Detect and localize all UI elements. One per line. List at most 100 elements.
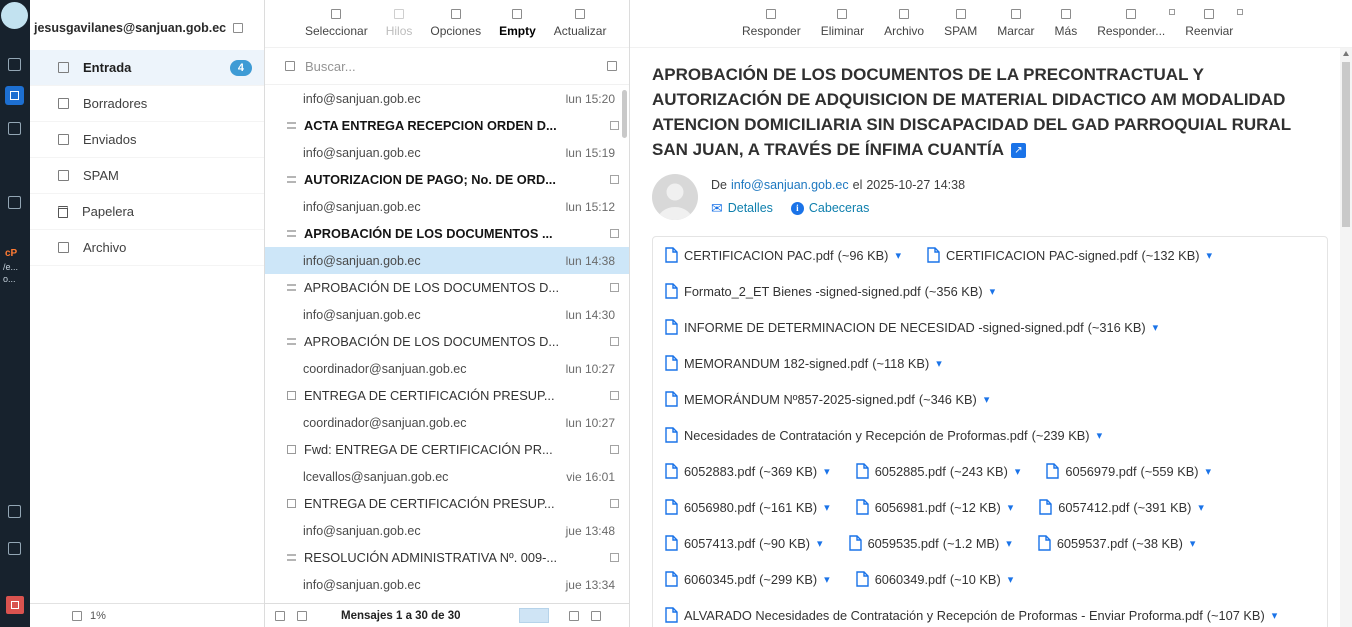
- message-row-subject[interactable]: ENTREGA DE CERTIFICACIÓN PRESUP...: [265, 382, 629, 409]
- message-row-sender[interactable]: info@sanjuan.gob.ec lun 14:38: [265, 247, 629, 274]
- attachment-menu-caret[interactable]: ▾: [1097, 429, 1103, 442]
- attachment-menu-caret[interactable]: ▾: [1190, 537, 1196, 550]
- attachment[interactable]: 6056979.pdf (~559 KB) ▾: [1046, 463, 1211, 479]
- message-row-sender[interactable]: coordinador@sanjuan.gob.ec lun 10:27: [265, 355, 629, 382]
- attachment-menu-caret[interactable]: ▾: [1153, 321, 1159, 334]
- toolbar-button[interactable]: Opciones: [430, 9, 481, 38]
- folder-item[interactable]: Entrada 4: [30, 50, 264, 86]
- message-row-subject[interactable]: APROBACIÓN DE LOS DOCUMENTOS D...: [265, 274, 629, 301]
- reader-scrollbar[interactable]: [1340, 48, 1352, 627]
- message-checkbox[interactable]: [610, 175, 619, 184]
- toolbar-button[interactable]: Actualizar: [554, 9, 607, 38]
- message-row-sender[interactable]: info@sanjuan.gob.ec lun 15:19: [265, 139, 629, 166]
- toolbar-button[interactable]: Reenviar: [1185, 9, 1233, 38]
- message-row-subject[interactable]: ACTA ENTREGA RECEPCION ORDEN D...: [265, 112, 629, 139]
- folder-item[interactable]: Papelera: [30, 194, 264, 230]
- attachment-menu-caret[interactable]: ▾: [1206, 465, 1212, 478]
- attachment[interactable]: INFORME DE DETERMINACION DE NECESIDAD -s…: [665, 319, 1158, 335]
- message-row-sender[interactable]: info@sanjuan.gob.ec lun 15:12: [265, 193, 629, 220]
- attachment[interactable]: 6056981.pdf (~12 KB) ▾: [856, 499, 1014, 515]
- account-header[interactable]: jesusgavilanes@sanjuan.gob.ec: [30, 0, 264, 50]
- footer-select-checkbox[interactable]: [275, 611, 285, 621]
- rail-item-active-icon[interactable]: [5, 86, 24, 105]
- message-row-sender[interactable]: info@sanjuan.gob.ec jue 13:48: [265, 517, 629, 544]
- account-settings-icon[interactable]: [233, 23, 243, 33]
- message-row-subject[interactable]: RESOLUCIÓN ADMINISTRATIVA Nº. 009-...: [265, 544, 629, 571]
- folder-item[interactable]: Borradores: [30, 86, 264, 122]
- attachment[interactable]: CERTIFICACION PAC.pdf (~96 KB) ▾: [665, 247, 901, 263]
- attachment-menu-caret[interactable]: ▾: [1008, 501, 1014, 514]
- attachment[interactable]: 6052885.pdf (~243 KB) ▾: [856, 463, 1021, 479]
- message-row-sender[interactable]: info@sanjuan.gob.ec lun 14:30: [265, 301, 629, 328]
- rail-item-icon[interactable]: [8, 505, 21, 518]
- attachment-menu-caret[interactable]: ▾: [984, 393, 990, 406]
- attachment-menu-caret[interactable]: ▾: [936, 357, 942, 370]
- toolbar-button[interactable]: Empty: [499, 9, 536, 38]
- toolbar-button[interactable]: Seleccionar: [305, 9, 368, 38]
- footer-prev-icon[interactable]: [569, 611, 579, 621]
- toolbar-button[interactable]: Responder...: [1097, 9, 1165, 38]
- message-checkbox[interactable]: [610, 283, 619, 292]
- attachment-menu-caret[interactable]: ▾: [1207, 249, 1213, 262]
- attachment[interactable]: Formato_2_ET Bienes -signed-signed.pdf (…: [665, 283, 995, 299]
- message-checkbox[interactable]: [610, 391, 619, 400]
- attachment[interactable]: 6057412.pdf (~391 KB) ▾: [1039, 499, 1204, 515]
- message-row-sender[interactable]: coordinador@sanjuan.gob.ec lun 10:27: [265, 409, 629, 436]
- message-row-subject[interactable]: APROBACIÓN DE LOS DOCUMENTOS D...: [265, 328, 629, 355]
- headers-link[interactable]: i Cabeceras: [791, 201, 869, 215]
- rail-logout-icon[interactable]: [6, 596, 24, 614]
- attachment-menu-caret[interactable]: ▾: [1008, 573, 1014, 586]
- toolbar-button[interactable]: Archivo: [884, 9, 924, 38]
- search-input[interactable]: [305, 59, 597, 74]
- folder-item[interactable]: Archivo: [30, 230, 264, 266]
- rail-item-icon[interactable]: [8, 542, 21, 555]
- attachment[interactable]: 6059535.pdf (~1.2 MB) ▾: [849, 535, 1012, 551]
- footer-next-icon[interactable]: [591, 611, 601, 621]
- attachment-menu-caret[interactable]: ▾: [824, 501, 830, 514]
- attachment[interactable]: ALVARADO Necesidades de Contratación y R…: [665, 607, 1277, 623]
- attachment[interactable]: 6057413.pdf (~90 KB) ▾: [665, 535, 823, 551]
- message-row-sender[interactable]: info@sanjuan.gob.ec jue 13:34: [265, 571, 629, 598]
- message-row-sender[interactable]: info@sanjuan.gob.ec lun 15:20: [265, 85, 629, 112]
- page-input[interactable]: [519, 608, 549, 623]
- attachment-menu-caret[interactable]: ▾: [1006, 537, 1012, 550]
- message-row-subject[interactable]: APROBACIÓN DE LOS DOCUMENTOS ...: [265, 220, 629, 247]
- attachment[interactable]: MEMORANDUM 182-signed.pdf (~118 KB) ▾: [665, 355, 942, 371]
- message-checkbox[interactable]: [610, 121, 619, 130]
- rail-item-icon[interactable]: [8, 122, 21, 135]
- folder-item[interactable]: Enviados: [30, 122, 264, 158]
- attachment[interactable]: Necesidades de Contratación y Recepción …: [665, 427, 1102, 443]
- attachment-menu-caret[interactable]: ▾: [817, 537, 823, 550]
- attachment[interactable]: MEMORÁNDUM Nº857-2025-signed.pdf (~346 K…: [665, 391, 989, 407]
- rail-item-icon[interactable]: [8, 58, 21, 71]
- attachment-menu-caret[interactable]: ▾: [990, 285, 996, 298]
- toolbar-button[interactable]: Marcar: [997, 9, 1034, 38]
- search-options-icon[interactable]: [607, 61, 617, 71]
- list-scrollbar-thumb[interactable]: [622, 90, 627, 138]
- attachment[interactable]: 6060349.pdf (~10 KB) ▾: [856, 571, 1014, 587]
- toolbar-button[interactable]: Más: [1055, 9, 1078, 38]
- toolbar-button[interactable]: Responder: [742, 9, 801, 38]
- details-link[interactable]: ✉ Detalles: [711, 201, 773, 215]
- search-scope-checkbox[interactable]: [285, 61, 295, 71]
- attachment-menu-caret[interactable]: ▾: [895, 249, 901, 262]
- message-checkbox[interactable]: [610, 553, 619, 562]
- attachment-menu-caret[interactable]: ▾: [1272, 609, 1278, 622]
- message-checkbox[interactable]: [610, 499, 619, 508]
- toolbar-button[interactable]: Eliminar: [821, 9, 864, 38]
- attachment-menu-caret[interactable]: ▾: [824, 465, 830, 478]
- message-row-subject[interactable]: ENTREGA DE CERTIFICACIÓN PRESUP...: [265, 490, 629, 517]
- message-row-sender[interactable]: lcevallos@sanjuan.gob.ec vie 16:01: [265, 463, 629, 490]
- attachment[interactable]: 6059537.pdf (~38 KB) ▾: [1038, 535, 1196, 551]
- attachment[interactable]: CERTIFICACION PAC-signed.pdf (~132 KB) ▾: [927, 247, 1212, 263]
- sender-email-link[interactable]: info@sanjuan.gob.ec: [731, 178, 849, 192]
- message-checkbox[interactable]: [610, 445, 619, 454]
- attachment-menu-caret[interactable]: ▾: [1198, 501, 1204, 514]
- rail-item-icon[interactable]: [8, 196, 21, 209]
- attachment[interactable]: 6056980.pdf (~161 KB) ▾: [665, 499, 830, 515]
- attachment[interactable]: 6060345.pdf (~299 KB) ▾: [665, 571, 830, 587]
- open-in-new-window-icon[interactable]: ↗: [1011, 143, 1026, 158]
- toolbar-button[interactable]: SPAM: [944, 9, 977, 38]
- attachment-menu-caret[interactable]: ▾: [824, 573, 830, 586]
- message-checkbox[interactable]: [610, 337, 619, 346]
